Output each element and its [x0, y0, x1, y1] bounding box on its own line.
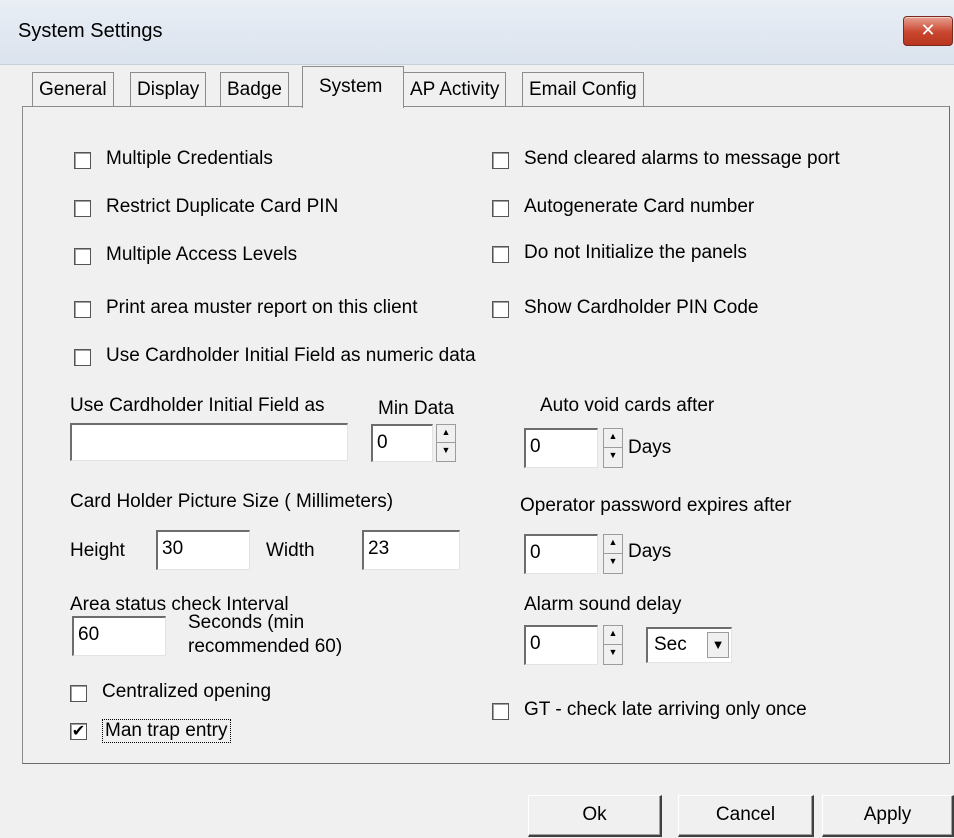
- centralized-opening-label: Centralized opening: [102, 681, 272, 702]
- initial-field-input[interactable]: [70, 423, 348, 461]
- window-title: System Settings: [18, 20, 163, 42]
- man-trap-entry-checkbox[interactable]: ✔: [70, 723, 87, 740]
- multiple-credentials-checkbox[interactable]: [74, 152, 91, 169]
- use-initial-numeric-checkbox[interactable]: [74, 349, 91, 366]
- min-data-label: Min Data: [378, 398, 455, 419]
- initial-field-label: Use Cardholder Initial Field as: [70, 395, 325, 416]
- spin-up-icon[interactable]: ▲: [604, 626, 622, 645]
- width-label: Width: [266, 540, 315, 561]
- auto-void-input[interactable]: 0: [524, 428, 598, 468]
- multiple-credentials-label: Multiple Credentials: [106, 148, 273, 169]
- send-cleared-alarms-checkbox[interactable]: [492, 152, 509, 169]
- chevron-down-icon[interactable]: ▼: [707, 632, 729, 658]
- print-area-muster-label: Print area muster report on this client: [106, 297, 418, 318]
- restrict-duplicate-pin-label: Restrict Duplicate Card PIN: [106, 196, 339, 217]
- tab-ap-activity[interactable]: AP Activity: [403, 72, 507, 106]
- tab-general[interactable]: General: [32, 72, 114, 106]
- do-not-initialize-label: Do not Initialize the panels: [524, 242, 747, 263]
- alarm-delay-unit-select[interactable]: Sec ▼: [646, 627, 732, 663]
- spin-up-icon[interactable]: ▲: [604, 429, 622, 448]
- send-cleared-alarms-label: Send cleared alarms to message port: [524, 148, 840, 169]
- gt-check-late-label: GT - check late arriving only once: [524, 699, 807, 720]
- show-pin-code-checkbox[interactable]: [492, 301, 509, 318]
- multiple-access-levels-checkbox[interactable]: [74, 248, 91, 265]
- password-expiry-input[interactable]: 0: [524, 534, 598, 574]
- autogenerate-card-label: Autogenerate Card number: [524, 196, 755, 217]
- width-input[interactable]: 23: [362, 530, 460, 570]
- gt-check-late-checkbox[interactable]: [492, 703, 509, 720]
- spin-up-icon[interactable]: ▲: [604, 535, 622, 554]
- spin-down-icon[interactable]: ▼: [604, 448, 622, 467]
- multiple-access-levels-label: Multiple Access Levels: [106, 244, 298, 265]
- picture-size-label: Card Holder Picture Size ( Millimeters): [70, 491, 394, 512]
- alarm-delay-label: Alarm sound delay: [524, 594, 682, 615]
- auto-void-unit: Days: [628, 437, 672, 458]
- tab-email-config[interactable]: Email Config: [522, 72, 644, 106]
- password-expiry-spinner[interactable]: ▲ ▼: [603, 534, 623, 574]
- do-not-initialize-checkbox[interactable]: [492, 246, 509, 263]
- spin-down-icon[interactable]: ▼: [604, 645, 622, 664]
- tab-display[interactable]: Display: [130, 72, 207, 106]
- man-trap-entry-label: Man trap entry: [102, 719, 231, 743]
- restrict-duplicate-pin-checkbox[interactable]: [74, 200, 91, 217]
- auto-void-label: Auto void cards after: [540, 395, 715, 416]
- spin-down-icon[interactable]: ▼: [437, 443, 455, 461]
- ok-button[interactable]: Ok: [528, 795, 662, 837]
- use-initial-numeric-label: Use Cardholder Initial Field as numeric …: [106, 345, 476, 366]
- system-settings-dialog: System Settings ✕ General Display Badge …: [0, 0, 954, 838]
- min-data-input[interactable]: 0: [371, 424, 433, 462]
- spin-up-icon[interactable]: ▲: [437, 425, 455, 443]
- auto-void-spinner[interactable]: ▲ ▼: [603, 428, 623, 468]
- area-status-input[interactable]: 60: [72, 616, 166, 656]
- close-button[interactable]: ✕: [903, 16, 953, 46]
- spin-down-icon[interactable]: ▼: [604, 554, 622, 573]
- apply-button[interactable]: Apply: [822, 795, 954, 837]
- centralized-opening-checkbox[interactable]: [70, 685, 87, 702]
- height-label: Height: [70, 540, 125, 561]
- show-pin-code-label: Show Cardholder PIN Code: [524, 297, 759, 318]
- area-status-unit-line2: recommended 60): [188, 636, 343, 657]
- area-status-unit-line1: Seconds (min: [188, 612, 305, 633]
- tab-badge[interactable]: Badge: [220, 72, 289, 106]
- password-expiry-label: Operator password expires after: [520, 495, 792, 516]
- min-data-spinner[interactable]: ▲ ▼: [436, 424, 456, 462]
- autogenerate-card-checkbox[interactable]: [492, 200, 509, 217]
- close-icon: ✕: [920, 20, 936, 40]
- height-input[interactable]: 30: [156, 530, 250, 570]
- tab-system[interactable]: System: [302, 66, 404, 108]
- check-mark-icon: ✔: [71, 723, 86, 740]
- title-bar: System Settings ✕: [0, 0, 954, 65]
- alarm-delay-input[interactable]: 0: [524, 625, 598, 665]
- password-expiry-unit: Days: [628, 541, 672, 562]
- alarm-delay-unit-value: Sec: [654, 634, 687, 655]
- cancel-button[interactable]: Cancel: [678, 795, 814, 837]
- print-area-muster-checkbox[interactable]: [74, 301, 91, 318]
- alarm-delay-spinner[interactable]: ▲ ▼: [603, 625, 623, 665]
